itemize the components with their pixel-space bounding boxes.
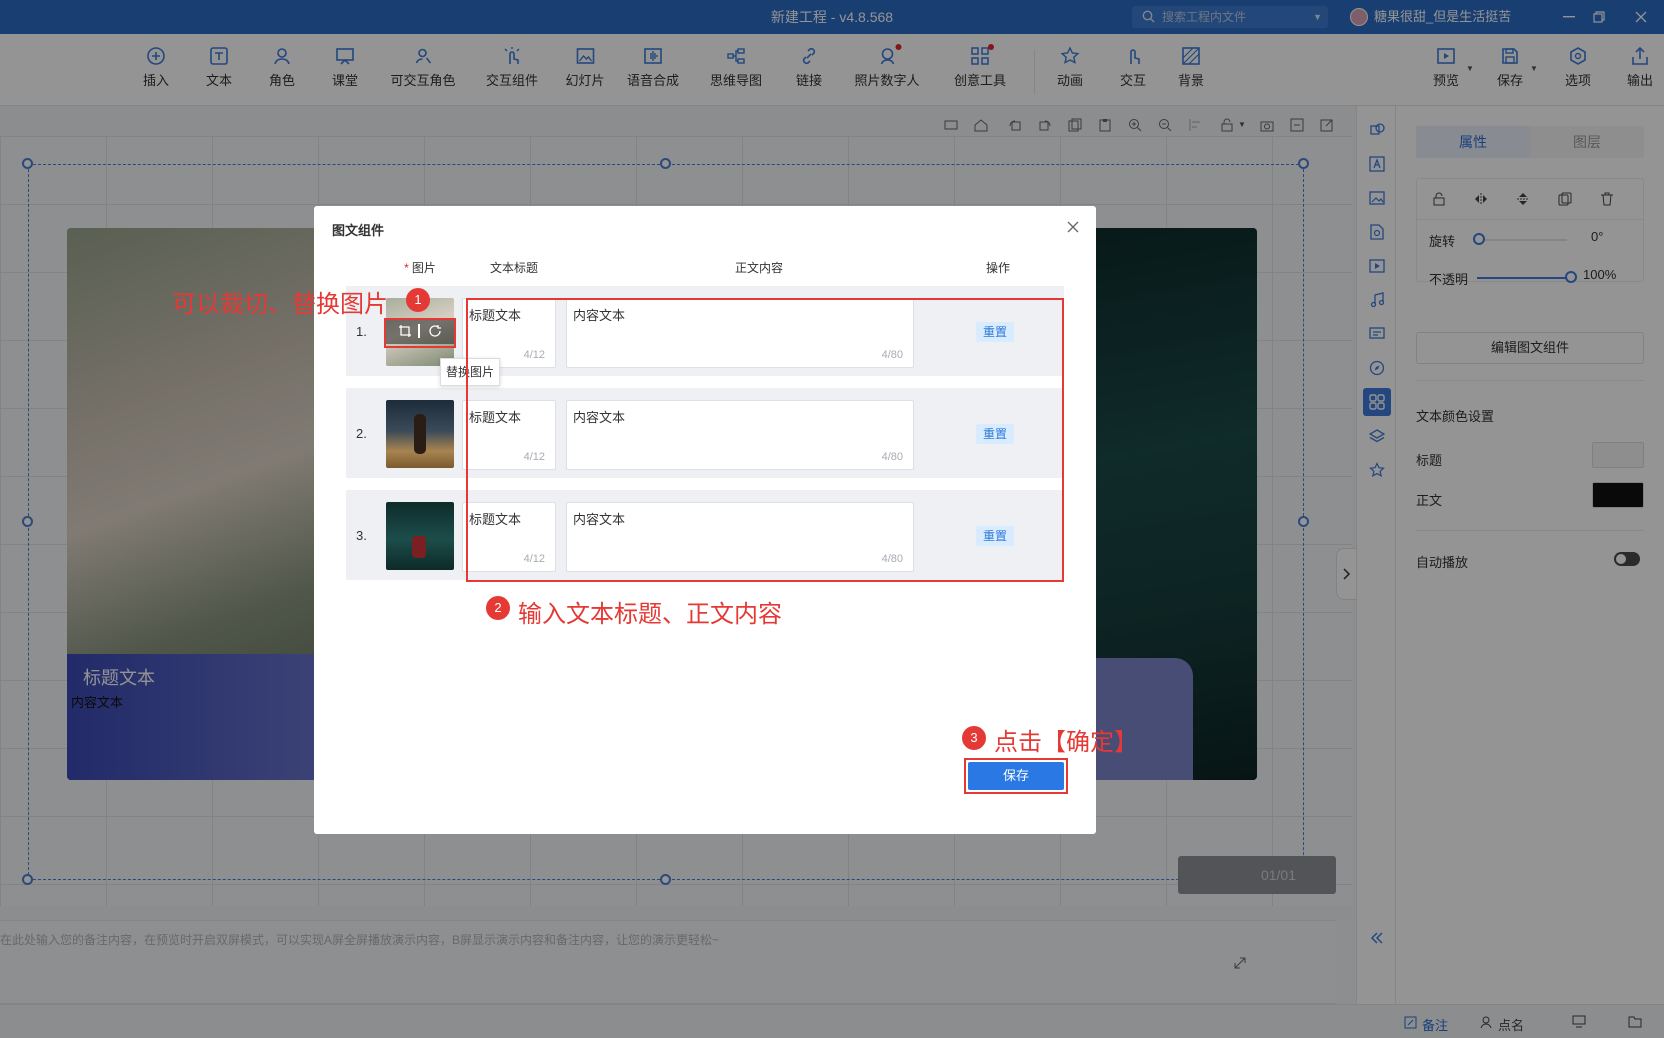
- annotation-note-2: 输入文本标题、正文内容: [518, 601, 782, 628]
- close-icon[interactable]: [1062, 216, 1084, 238]
- annotation-note-3: 点击【确定】: [994, 729, 1138, 756]
- thumbnail-figure: [412, 536, 426, 558]
- column-header-image-label: 图片: [411, 261, 436, 275]
- row-image-thumbnail[interactable]: [386, 400, 454, 468]
- annotation-badge-1: 1: [406, 288, 430, 312]
- annotation-box-image-actions: [384, 318, 456, 348]
- row-number: 2.: [356, 426, 367, 441]
- annotation-badge-3: 3: [962, 726, 986, 750]
- column-header-image: * 图片: [404, 259, 436, 276]
- required-asterisk: *: [404, 261, 409, 275]
- row-image-thumbnail[interactable]: [386, 502, 454, 570]
- annotation-note-1: 可以裁切、替换图片: [172, 291, 388, 318]
- dialog-title: 图文组件: [332, 223, 385, 238]
- column-header-action: 操作: [985, 261, 1011, 275]
- annotation-box-text-inputs: [466, 298, 1064, 582]
- column-header-body: 正文内容: [734, 261, 784, 275]
- annotation-box-save: [964, 758, 1068, 794]
- row-number: 3.: [356, 528, 367, 543]
- thumbnail-figure: [414, 414, 426, 454]
- column-header-text-title: 文本标题: [489, 261, 539, 275]
- annotation-badge-2: 2: [486, 596, 510, 620]
- row-number: 1.: [356, 324, 367, 339]
